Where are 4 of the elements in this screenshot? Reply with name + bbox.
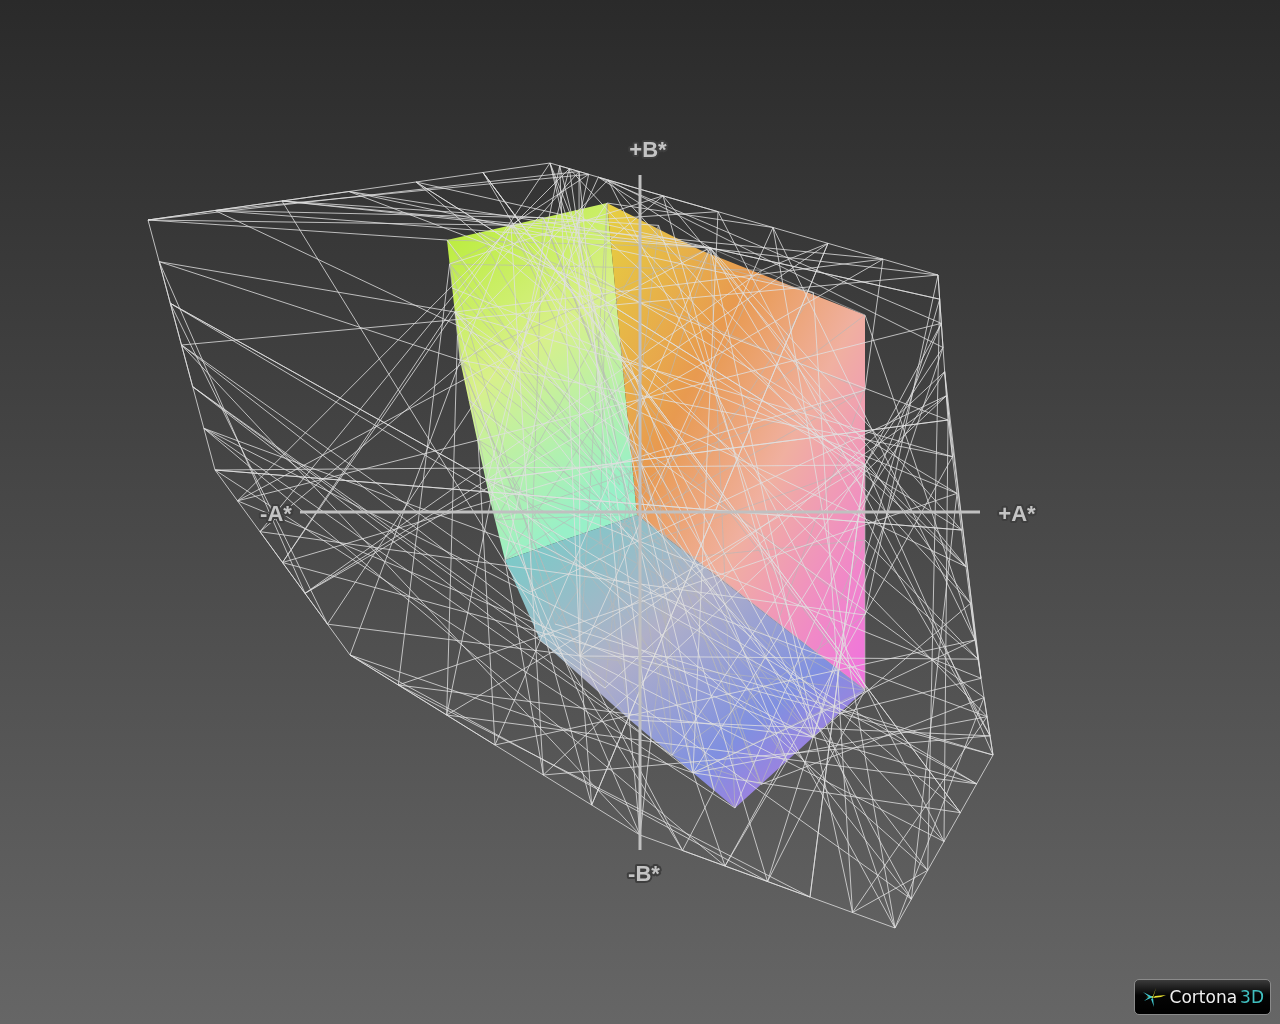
logo-badge[interactable]: Cortona 3D xyxy=(1133,979,1271,1015)
axis-label: -B* xyxy=(628,861,660,886)
axis-label: +A* xyxy=(998,501,1036,526)
axis-label: +B* xyxy=(629,137,667,162)
